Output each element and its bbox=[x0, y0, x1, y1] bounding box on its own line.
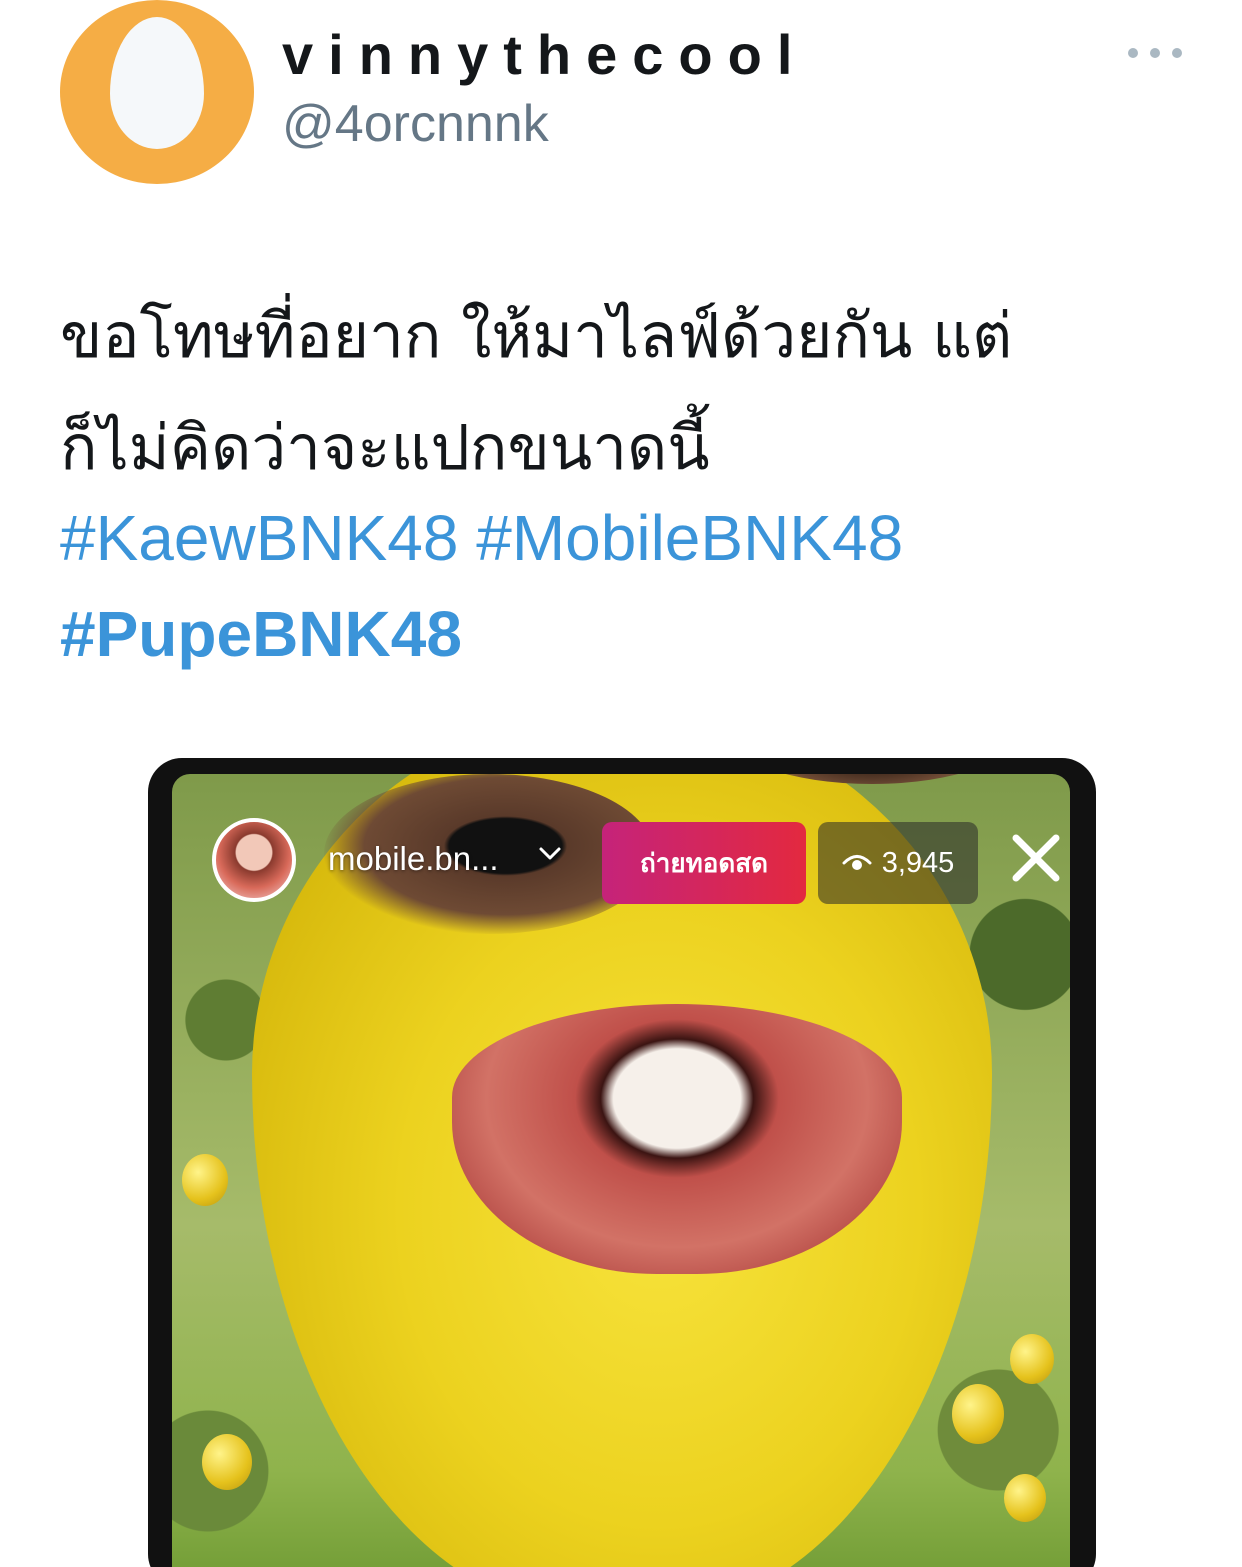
hashtag-link-mobilebnk48[interactable]: #MobileBNK48 bbox=[476, 502, 903, 574]
close-icon[interactable] bbox=[1008, 830, 1064, 886]
mouth bbox=[452, 1004, 902, 1274]
viewer-count: 3,945 bbox=[818, 822, 978, 904]
display-name[interactable]: vinnythecool bbox=[282, 22, 807, 87]
hashtag-link-kaewbnk48[interactable]: #KaewBNK48 bbox=[60, 502, 458, 574]
lemon-fruit bbox=[202, 1434, 252, 1490]
chevron-down-icon[interactable] bbox=[538, 842, 562, 866]
more-icon[interactable] bbox=[1128, 38, 1182, 68]
lemon-fruit bbox=[182, 1154, 228, 1206]
viewer-count-value: 3,945 bbox=[881, 846, 955, 879]
hashtag-list: #KaewBNK48 #MobileBNK48 #PupeBNK48 bbox=[60, 490, 1200, 682]
media-image[interactable]: mobile.bn... ถ่ายทอดสด 3,945 bbox=[148, 758, 1096, 1567]
live-badge: ถ่ายทอดสด bbox=[602, 822, 806, 904]
tweet-text-line: ขอโทษที่อยาก ให้มาไลฟ์ด้วยกัน แต่ bbox=[60, 299, 1013, 372]
tweet-card: vinnythecool @4orcnnnk ขอโทษที่อยาก ให้ม… bbox=[0, 0, 1242, 1567]
live-host-avatar[interactable] bbox=[212, 818, 296, 902]
tweet-text-line: ก็ไม่คิดว่าจะแปกขนาดนี้ bbox=[60, 411, 710, 484]
tweet-text: ขอโทษที่อยาก ให้มาไลฟ์ด้วยกัน แต่ ก็ไม่ค… bbox=[60, 280, 1200, 504]
user-avatar[interactable] bbox=[60, 0, 254, 184]
live-stream-frame: mobile.bn... ถ่ายทอดสด 3,945 bbox=[172, 774, 1070, 1567]
live-username[interactable]: mobile.bn... bbox=[328, 840, 499, 878]
eye-right bbox=[722, 774, 1022, 784]
lemon-fruit bbox=[1004, 1474, 1046, 1522]
user-handle[interactable]: @4orcnnnk bbox=[282, 94, 549, 154]
lemon-fruit bbox=[952, 1384, 1004, 1444]
egg-icon bbox=[110, 17, 204, 149]
eye-icon bbox=[842, 855, 872, 870]
lemon-fruit bbox=[1010, 1334, 1054, 1384]
hashtag-link-pupebnk48[interactable]: #PupeBNK48 bbox=[60, 598, 462, 670]
